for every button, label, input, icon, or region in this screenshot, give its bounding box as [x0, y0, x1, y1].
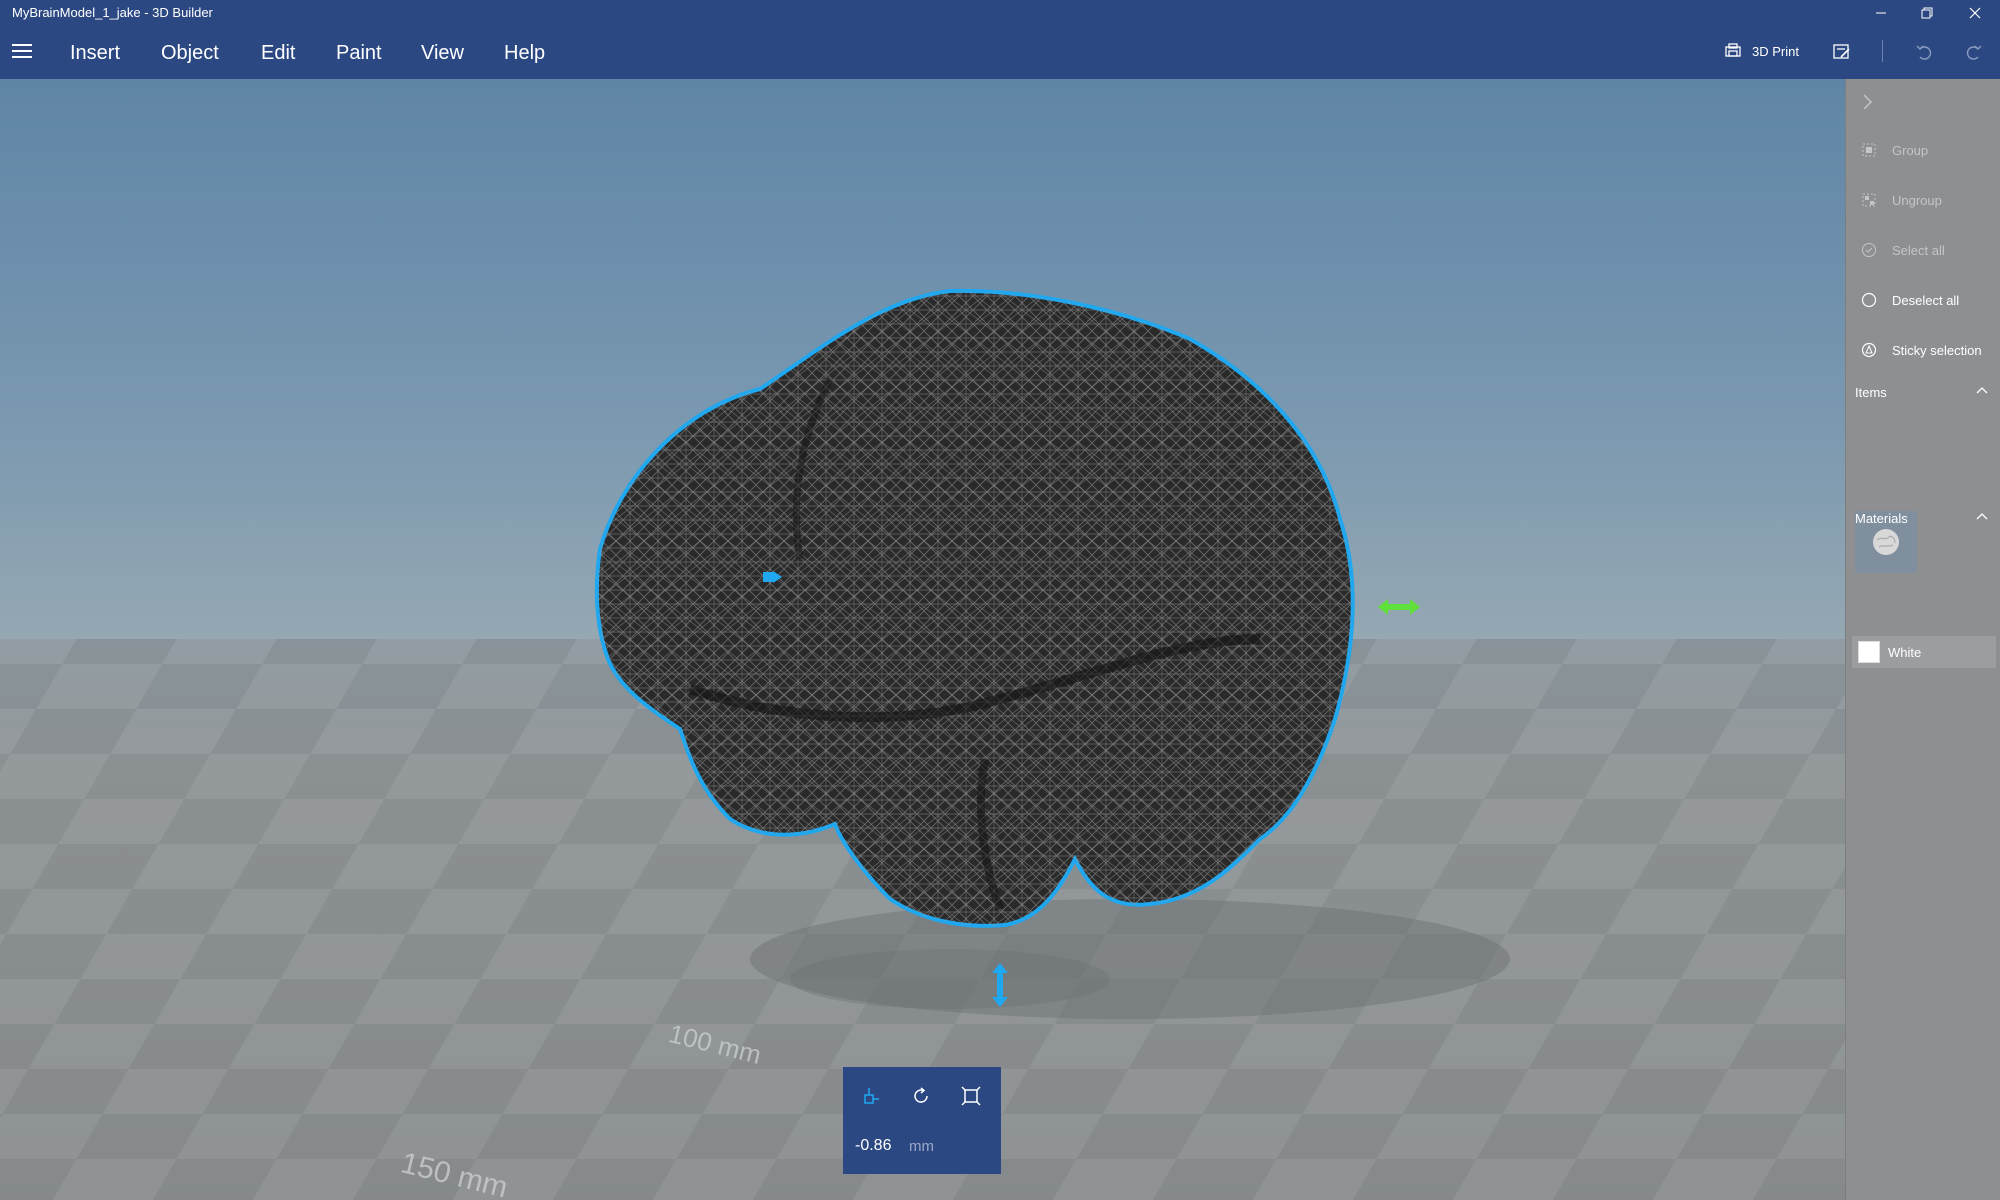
menu-help[interactable]: Help: [504, 42, 545, 65]
chevron-up-icon: [1976, 387, 1988, 394]
move-mode-button[interactable]: [853, 1081, 889, 1111]
sticky-selection-label: Sticky selection: [1892, 342, 1982, 358]
menu-edit[interactable]: Edit: [261, 42, 295, 65]
materials-label: Materials: [1855, 511, 1908, 526]
items-label: Items: [1855, 385, 1887, 400]
material-swatch: [1858, 641, 1880, 663]
group-button[interactable]: Group: [1846, 130, 2000, 170]
ungroup-button[interactable]: Ungroup: [1846, 180, 2000, 220]
sticky-selection-button[interactable]: Sticky selection: [1846, 330, 2000, 370]
collapse-panel-button[interactable]: [1860, 93, 1874, 116]
move-handle-icon[interactable]: [760, 567, 784, 587]
printer-icon: [1725, 43, 1741, 57]
3d-print-label: 3D Print: [1752, 43, 1799, 59]
ungroup-label: Ungroup: [1892, 192, 1942, 208]
title-bar: MyBrainModel_1_jake - 3D Builder: [0, 0, 2000, 26]
close-icon: [1969, 7, 1981, 19]
save-icon[interactable]: [1832, 42, 1852, 62]
close-button[interactable]: [1952, 0, 1998, 26]
scale-mode-button[interactable]: [953, 1081, 989, 1111]
deselect-all-label: Deselect all: [1892, 292, 1960, 308]
deselect-all-button[interactable]: Deselect all: [1846, 280, 2000, 320]
deselect-all-icon: [1860, 291, 1878, 309]
ungroup-icon: [1860, 191, 1878, 209]
3d-viewport[interactable]: 100 mm 150 mm: [0, 79, 1845, 1200]
3d-print-button[interactable]: 3D Print: [1724, 42, 1799, 60]
resize-horizontal-handle-icon[interactable]: [1378, 597, 1420, 617]
menu-paint[interactable]: Paint: [336, 42, 382, 65]
minimize-button[interactable]: [1858, 0, 1904, 26]
material-label: White: [1888, 644, 1922, 660]
group-label: Group: [1892, 142, 1929, 158]
materials-section-header[interactable]: Materials: [1846, 505, 2000, 535]
resize-vertical-handle-icon[interactable]: [990, 963, 1010, 1007]
restore-icon: [1921, 7, 1933, 19]
sticky-selection-icon: [1860, 341, 1878, 359]
menu-bar: Insert Object Edit Paint View Help 3D Pr…: [0, 26, 2000, 79]
hamburger-menu-icon[interactable]: [12, 44, 32, 60]
side-panel: Group Ungroup Select all Deselect all St…: [1845, 79, 2000, 1200]
material-white[interactable]: White: [1852, 636, 1996, 668]
rotate-mode-button[interactable]: [903, 1081, 939, 1111]
menu-insert[interactable]: Insert: [70, 42, 120, 65]
chevron-up-icon: [1976, 513, 1988, 520]
transform-panel: -0.86 mm: [843, 1067, 1001, 1174]
offset-value-input[interactable]: -0.86: [855, 1137, 891, 1155]
redo-icon[interactable]: [1964, 42, 1984, 62]
menu-view[interactable]: View: [421, 42, 464, 65]
undo-icon[interactable]: [1914, 42, 1934, 62]
toolbar-divider: [1882, 40, 1883, 62]
restore-button[interactable]: [1904, 0, 1950, 26]
move-icon: [864, 1088, 879, 1104]
select-all-icon: [1860, 241, 1878, 259]
select-all-button[interactable]: Select all: [1846, 230, 2000, 270]
items-section-header[interactable]: Items: [1846, 379, 2000, 409]
window-title: MyBrainModel_1_jake - 3D Builder: [12, 5, 213, 20]
minimize-icon: [1876, 12, 1886, 14]
group-icon: [1860, 141, 1878, 159]
rotate-icon: [914, 1087, 928, 1103]
select-all-label: Select all: [1892, 242, 1945, 258]
brain-model[interactable]: [0, 79, 1845, 1200]
offset-unit-label: mm: [909, 1138, 934, 1155]
chevron-right-icon: [1863, 94, 1873, 110]
scale-icon: [961, 1086, 981, 1106]
menu-object[interactable]: Object: [161, 42, 219, 65]
